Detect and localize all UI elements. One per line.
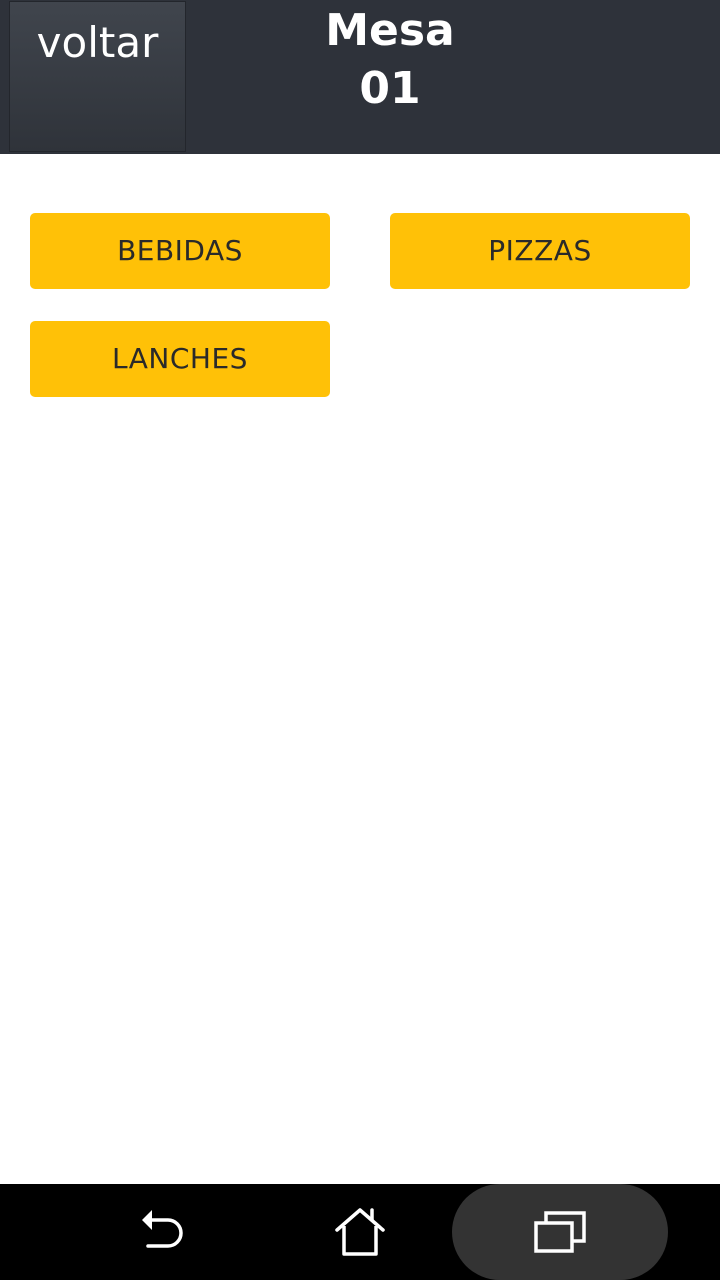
nav-back-button[interactable] — [100, 1184, 220, 1280]
system-navigation-bar — [0, 1184, 720, 1280]
category-button-lanches[interactable]: LANCHES — [30, 321, 330, 397]
screen: voltar Mesa 01 BEBIDAS PIZZAS LANCHES — [0, 0, 720, 1280]
page-title-line1: Mesa — [325, 5, 455, 56]
app-header: voltar Mesa 01 — [0, 0, 720, 154]
nav-home-button[interactable] — [300, 1184, 420, 1280]
category-button-pizzas[interactable]: PIZZAS — [390, 213, 690, 289]
recent-apps-icon — [534, 1211, 586, 1253]
back-arrow-icon — [142, 1210, 183, 1248]
page-title: Mesa 01 — [290, 2, 490, 118]
home-icon — [335, 1208, 385, 1256]
category-button-bebidas[interactable]: BEBIDAS — [30, 213, 330, 289]
nav-recents-button[interactable] — [452, 1184, 668, 1280]
back-button[interactable]: voltar — [9, 1, 186, 152]
table-number: 01 — [359, 63, 421, 114]
